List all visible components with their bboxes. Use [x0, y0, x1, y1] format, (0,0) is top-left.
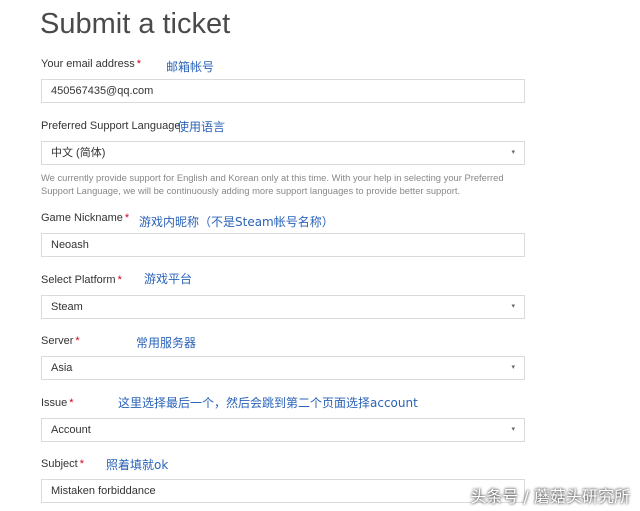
email-annotation: 邮箱帐号	[166, 60, 215, 74]
language-help-text: We currently provide support for English…	[41, 172, 504, 196]
nickname-field[interactable]: Neoash	[41, 233, 525, 257]
issue-select[interactable]: Account ▾	[41, 418, 525, 442]
chevron-down-icon: ▾	[511, 364, 515, 371]
required-marker: *	[136, 58, 142, 70]
email-field[interactable]: 450567435@qq.com	[41, 79, 525, 103]
email-label: Your email address *	[41, 58, 142, 70]
issue-annotation: 这里选择最后一个，然后会跳到第二个页面选择account	[118, 396, 418, 410]
language-select[interactable]: 中文 (简体) ▾	[41, 141, 525, 165]
issue-label: Issue *	[41, 397, 74, 409]
language-label: Preferred Support Language	[41, 120, 181, 132]
nickname-label: Game Nickname *	[41, 212, 130, 224]
platform-annotation: 游戏平台	[144, 272, 193, 286]
subject-annotation: 照着填就ok	[106, 458, 169, 472]
language-annotation: 使用语言	[177, 120, 226, 134]
server-select[interactable]: Asia ▾	[41, 356, 525, 380]
platform-label: Select Platform *	[41, 274, 122, 286]
required-marker: *	[117, 274, 122, 286]
chevron-down-icon: ▾	[511, 149, 515, 156]
chevron-down-icon: ▾	[511, 303, 515, 310]
subject-field[interactable]: Mistaken forbiddance	[41, 479, 525, 503]
nickname-annotation: 游戏内昵称（不是Steam帐号名称）	[139, 215, 334, 229]
watermark: 头条号 / 蘑菇头研究所	[470, 487, 630, 506]
server-annotation: 常用服务器	[136, 336, 197, 350]
subject-label: Subject *	[41, 458, 84, 470]
server-label: Server *	[41, 335, 80, 347]
required-marker: *	[124, 212, 130, 224]
required-marker: *	[79, 458, 84, 470]
required-marker: *	[69, 397, 74, 409]
required-marker: *	[75, 335, 80, 347]
page-title: Submit a ticket	[40, 8, 231, 40]
platform-select[interactable]: Steam ▾	[41, 295, 525, 319]
chevron-down-icon: ▾	[511, 426, 515, 433]
